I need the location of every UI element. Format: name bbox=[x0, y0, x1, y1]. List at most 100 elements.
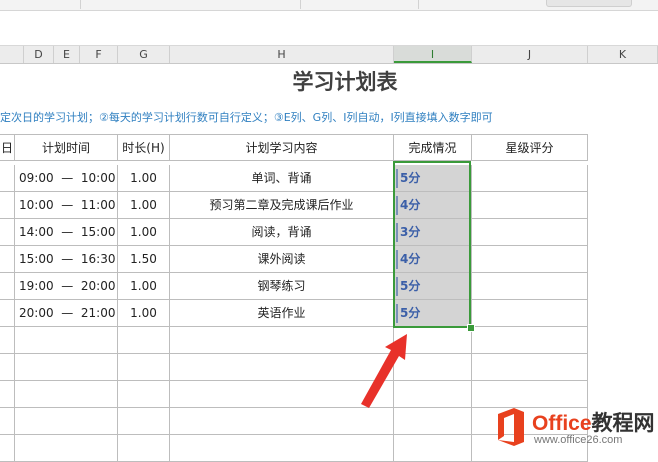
duration-cell[interactable]: 1.00 bbox=[118, 165, 170, 192]
rating-cell[interactable] bbox=[472, 219, 588, 246]
empty-cell[interactable] bbox=[0, 435, 15, 462]
content-cell[interactable]: 单词、背诵 bbox=[170, 165, 394, 192]
time-dash: — bbox=[61, 306, 74, 320]
status-cell[interactable]: 5分 bbox=[394, 300, 472, 327]
status-cell[interactable]: 3分 bbox=[394, 219, 472, 246]
empty-cell[interactable] bbox=[15, 354, 118, 381]
plan-time-cell[interactable]: 10:00 — 11:00 bbox=[15, 192, 118, 219]
ribbon-group bbox=[300, 0, 419, 9]
instruction-note[interactable]: 定次日的学习计划；②每天的学习计划行数可自行定义；③E列、G列、I列自动，I列直… bbox=[0, 109, 493, 125]
watermark-name-accent: Office bbox=[532, 412, 592, 435]
content-cell[interactable]: 课外阅读 bbox=[170, 246, 394, 273]
empty-cell[interactable] bbox=[15, 408, 118, 435]
empty-cell[interactable] bbox=[118, 381, 170, 408]
end-time: 11:00 bbox=[80, 198, 116, 212]
date-cell[interactable] bbox=[0, 165, 15, 192]
time-dash: — bbox=[61, 252, 74, 266]
empty-cell[interactable] bbox=[394, 408, 472, 435]
rating-cell[interactable] bbox=[472, 273, 588, 300]
data-bar bbox=[396, 196, 398, 215]
column-header-c[interactable] bbox=[0, 46, 24, 63]
column-header-e[interactable]: E bbox=[54, 46, 80, 63]
status-cell[interactable]: 5分 bbox=[394, 273, 472, 300]
plan-time-cell[interactable]: 09:00 — 10:00 bbox=[15, 165, 118, 192]
empty-cell[interactable] bbox=[170, 408, 394, 435]
status-cell[interactable]: 4分 bbox=[394, 192, 472, 219]
start-time: 10:00 bbox=[19, 198, 54, 212]
column-header-k[interactable]: K bbox=[588, 46, 658, 63]
header-cell-date[interactable]: 日 bbox=[0, 134, 15, 161]
header-cell-content[interactable]: 计划学习内容 bbox=[170, 134, 394, 161]
ribbon-group bbox=[0, 0, 81, 9]
empty-cell[interactable] bbox=[15, 435, 118, 462]
watermark-name: Office教程网 bbox=[532, 407, 655, 437]
content-cell[interactable]: 阅读，背诵 bbox=[170, 219, 394, 246]
content-cell[interactable]: 预习第二章及完成课后作业 bbox=[170, 192, 394, 219]
column-header-d[interactable]: D bbox=[24, 46, 54, 63]
empty-cell[interactable] bbox=[118, 327, 170, 354]
status-value: 4分 bbox=[400, 252, 421, 266]
empty-cell[interactable] bbox=[15, 327, 118, 354]
rating-cell[interactable] bbox=[472, 300, 588, 327]
status-cell[interactable]: 5分 bbox=[394, 165, 472, 192]
empty-cell[interactable] bbox=[0, 381, 15, 408]
office-logo-shape bbox=[498, 408, 524, 446]
data-bar bbox=[396, 223, 398, 242]
rating-cell[interactable] bbox=[472, 192, 588, 219]
date-cell[interactable] bbox=[0, 192, 15, 219]
empty-cell[interactable] bbox=[118, 435, 170, 462]
start-time: 19:00 bbox=[19, 279, 54, 293]
empty-cell[interactable] bbox=[0, 408, 15, 435]
header-cell-status[interactable]: 完成情况 bbox=[394, 134, 472, 161]
duration-cell[interactable]: 1.50 bbox=[118, 246, 170, 273]
time-dash: — bbox=[61, 279, 74, 293]
plan-time-cell[interactable]: 19:00 — 20:00 bbox=[15, 273, 118, 300]
duration-cell[interactable]: 1.00 bbox=[118, 273, 170, 300]
column-header-h[interactable]: H bbox=[170, 46, 394, 63]
red-arrow-icon bbox=[361, 334, 407, 408]
column-header-g[interactable]: G bbox=[118, 46, 170, 63]
plan-time-cell[interactable]: 14:00 — 15:00 bbox=[15, 219, 118, 246]
duration-cell[interactable]: 1.00 bbox=[118, 219, 170, 246]
column-header-j[interactable]: J bbox=[472, 46, 588, 63]
date-cell[interactable] bbox=[0, 300, 15, 327]
empty-cell[interactable] bbox=[472, 354, 588, 381]
date-cell[interactable] bbox=[0, 219, 15, 246]
column-header-bar: D E F G H I J K bbox=[0, 45, 658, 64]
date-cell[interactable] bbox=[0, 246, 15, 273]
rating-cell[interactable] bbox=[472, 246, 588, 273]
empty-cell[interactable] bbox=[472, 327, 588, 354]
header-cell-rating[interactable]: 星级评分 bbox=[472, 134, 588, 161]
watermark-logo: Office教程网 www.office26.com bbox=[494, 404, 658, 457]
date-cell[interactable] bbox=[0, 273, 15, 300]
plan-time-cell[interactable]: 15:00 — 16:30 bbox=[15, 246, 118, 273]
fill-handle[interactable] bbox=[467, 324, 475, 332]
data-bar bbox=[396, 169, 398, 188]
end-time: 20:00 bbox=[80, 279, 116, 293]
ribbon-strip bbox=[0, 0, 658, 11]
empty-cell[interactable] bbox=[170, 435, 394, 462]
sheet-title-cell[interactable]: 学习计划表 bbox=[0, 66, 470, 96]
duration-cell[interactable]: 1.00 bbox=[118, 300, 170, 327]
ribbon-tab[interactable] bbox=[546, 0, 632, 7]
empty-cell[interactable] bbox=[118, 408, 170, 435]
empty-cell[interactable] bbox=[0, 354, 15, 381]
header-cell-duration[interactable]: 时长(H) bbox=[118, 134, 170, 161]
column-header-f[interactable]: F bbox=[80, 46, 118, 63]
duration-cell[interactable]: 1.00 bbox=[118, 192, 170, 219]
empty-cell[interactable] bbox=[394, 435, 472, 462]
plan-time-cell[interactable]: 20:00 — 21:00 bbox=[15, 300, 118, 327]
empty-cell[interactable] bbox=[15, 381, 118, 408]
arrow-shape bbox=[361, 334, 407, 408]
data-bar bbox=[396, 304, 398, 323]
rating-cell[interactable] bbox=[472, 165, 588, 192]
empty-cell[interactable] bbox=[0, 327, 15, 354]
status-value: 5分 bbox=[400, 279, 421, 293]
header-cell-plan-time[interactable]: 计划时间 bbox=[15, 134, 118, 161]
empty-cell[interactable] bbox=[118, 354, 170, 381]
column-header-i[interactable]: I bbox=[394, 46, 472, 63]
time-dash: — bbox=[61, 198, 74, 212]
content-cell[interactable]: 英语作业 bbox=[170, 300, 394, 327]
status-cell[interactable]: 4分 bbox=[394, 246, 472, 273]
content-cell[interactable]: 钢琴练习 bbox=[170, 273, 394, 300]
